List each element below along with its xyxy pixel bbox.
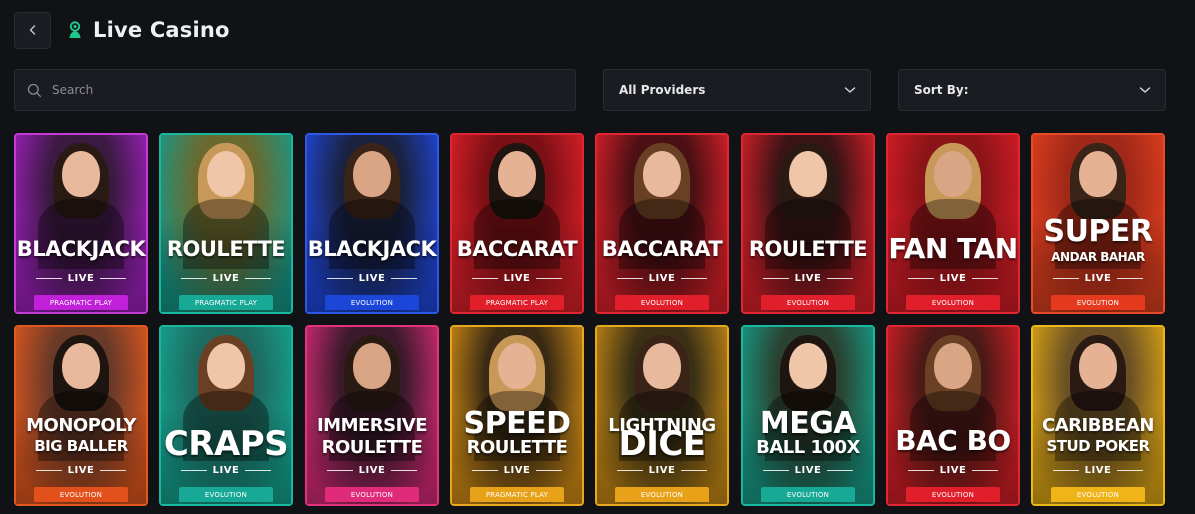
live-label: LIVE [888,273,1018,284]
live-label: LIVE [888,465,1018,476]
game-title: IMMERSIVE [316,415,428,436]
live-label: LIVE [743,273,873,284]
game-card[interactable]: FAN TAN LIVE EVOLUTION [886,133,1020,314]
provider-tag: EVOLUTION [615,295,709,310]
game-title: BAC BO [895,424,1011,457]
game-card[interactable]: CARIBBEAN STUD POKER LIVE EVOLUTION [1031,325,1165,506]
live-label: LIVE [1033,465,1163,476]
game-title: BACCARAT [601,237,723,261]
provider-tag: EVOLUTION [34,487,128,502]
game-card[interactable]: MONOPOLY BIG BALLER LIVE EVOLUTION [14,325,148,506]
provider-tag: EVOLUTION [761,295,855,310]
back-button[interactable] [14,11,51,49]
game-card[interactable]: BACCARAT LIVE PRAGMATIC PLAY [450,133,584,314]
card-shade [888,327,1018,504]
game-title: MONOPOLY [26,415,136,436]
search-icon [27,83,42,97]
game-subtitle: BALL 100X [756,437,860,458]
game-subtitle: ANDAR BAHAR [1051,250,1145,264]
provider-tag: EVOLUTION [179,487,273,502]
provider-tag: EVOLUTION [1051,487,1145,502]
live-label: LIVE [161,273,291,284]
game-title: ROULETTE [748,237,868,261]
card-shade [743,135,873,312]
game-card[interactable]: ROULETTE LIVE PRAGMATIC PLAY [159,133,293,314]
game-title: CARIBBEAN [1042,415,1154,436]
provider-tag: PRAGMATIC PLAY [470,487,564,502]
live-label: LIVE [1033,273,1163,284]
provider-tag: EVOLUTION [906,295,1000,310]
game-card[interactable]: SUPER ANDAR BAHAR LIVE EVOLUTION [1031,133,1165,314]
game-title: SPEED [463,406,571,441]
game-card[interactable]: LIGHTNING DICE LIVE EVOLUTION [595,325,729,506]
card-shade [16,135,146,312]
live-label: LIVE [597,273,727,284]
game-subtitle: ROULETTE [466,437,568,458]
provider-tag: EVOLUTION [615,487,709,502]
live-label: LIVE [597,465,727,476]
live-label: LIVE [16,465,146,476]
card-shade [161,135,291,312]
game-card[interactable]: ROULETTE LIVE EVOLUTION [741,133,875,314]
game-card[interactable]: IMMERSIVE ROULETTE LIVE EVOLUTION [305,325,439,506]
game-title: FAN TAN [888,232,1018,265]
provider-tag: EVOLUTION [325,295,419,310]
game-card[interactable]: BLACKJACK LIVE EVOLUTION [305,133,439,314]
game-title: CRAPS [163,424,289,464]
game-subtitle: STUD POKER [1046,437,1150,455]
provider-tag: EVOLUTION [1051,295,1145,310]
game-title: BLACKJACK [16,237,146,261]
game-card[interactable]: CRAPS LIVE EVOLUTION [159,325,293,506]
game-title: ROULETTE [166,237,286,261]
card-shade [888,135,1018,312]
chevron-down-icon [844,87,856,93]
card-shade [161,327,291,504]
page-header: Live Casino [14,11,230,49]
game-title: BACCARAT [456,237,578,261]
card-shade [597,135,727,312]
page-title: Live Casino [93,18,230,42]
providers-dropdown-label: All Providers [619,83,706,97]
game-card[interactable]: SPEED ROULETTE LIVE PRAGMATIC PLAY [450,325,584,506]
card-shade [452,135,582,312]
card-shade [307,135,437,312]
search-input[interactable] [52,83,532,97]
live-dealer-icon [67,20,83,40]
filter-bar: All Providers Sort By: [14,69,1166,111]
game-title: MEGA [759,406,857,441]
game-card[interactable]: MEGA BALL 100X LIVE EVOLUTION [741,325,875,506]
game-subtitle: ROULETTE [321,437,423,458]
provider-tag: EVOLUTION [906,487,1000,502]
live-label: LIVE [307,465,437,476]
live-label: LIVE [452,273,582,284]
provider-tag: PRAGMATIC PLAY [34,295,128,310]
provider-tag: PRAGMATIC PLAY [470,295,564,310]
live-label: LIVE [307,273,437,284]
game-card[interactable]: BAC BO LIVE EVOLUTION [886,325,1020,506]
game-card[interactable]: BACCARAT LIVE EVOLUTION [595,133,729,314]
live-label: LIVE [16,273,146,284]
chevron-left-icon [29,25,35,35]
sort-dropdown[interactable]: Sort By: [898,69,1166,111]
game-card[interactable]: BLACKJACK LIVE PRAGMATIC PLAY [14,133,148,314]
live-label: LIVE [743,465,873,476]
providers-dropdown[interactable]: All Providers [603,69,871,111]
search-box[interactable] [14,69,576,111]
live-label: LIVE [161,465,291,476]
sort-dropdown-label: Sort By: [914,83,969,97]
provider-tag: PRAGMATIC PLAY [179,295,273,310]
game-subtitle: BIG BALLER [34,437,128,455]
live-label: LIVE [452,465,582,476]
provider-tag: EVOLUTION [761,487,855,502]
game-title: BLACKJACK [307,237,437,261]
chevron-down-icon [1139,87,1151,93]
game-subtitle: DICE [618,424,706,464]
provider-tag: EVOLUTION [325,487,419,502]
game-title: SUPER [1043,214,1153,249]
